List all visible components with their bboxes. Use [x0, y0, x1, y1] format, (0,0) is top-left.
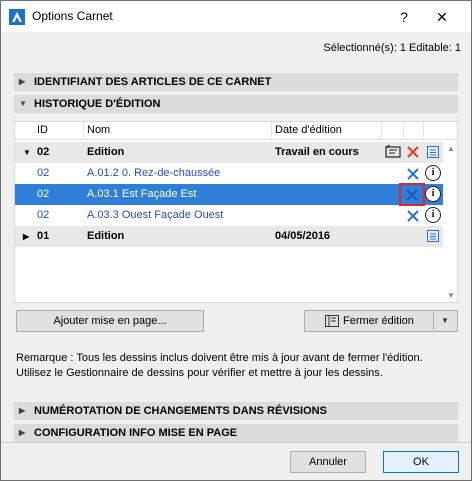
row-id: 02: [37, 146, 50, 158]
row-id: 02: [37, 188, 50, 200]
help-button[interactable]: ?: [389, 6, 419, 28]
selection-info: Sélectionné(s): 1 Editable: 1: [323, 42, 461, 54]
row-name: Edition: [87, 230, 125, 242]
section-configuration-label: CONFIGURATION INFO MISE EN PAGE: [34, 427, 238, 439]
table-scrollbar[interactable]: ▲ ▼: [445, 142, 457, 302]
table-row[interactable]: 02 A.03.3 Ouest Façade Ouest i: [15, 205, 443, 226]
table-row[interactable]: 02 A.01.2 0. Rez-de-chaussée i: [15, 163, 443, 184]
row-name: Edition: [87, 146, 125, 158]
table-row-group[interactable]: ▼ 02 Edition Travail en cours: [15, 142, 443, 163]
table-row-selected[interactable]: 02 A.03.1 Est Façade Est i: [15, 183, 443, 206]
expanded-triangle-icon[interactable]: ▼: [23, 148, 31, 157]
list-note-icon[interactable]: [427, 230, 439, 242]
header-divider: [271, 122, 272, 140]
dialog-footer: Annuler OK: [1, 442, 471, 480]
scroll-down-icon[interactable]: ▼: [447, 291, 455, 300]
header-divider: [403, 122, 404, 140]
section-configuration[interactable]: ▶ CONFIGURATION INFO MISE EN PAGE: [14, 424, 458, 442]
remark-line-2: Utilisez le Gestionnaire de dessins pour…: [16, 367, 383, 379]
remark-text: Remarque : Tous les dessins inclus doive…: [16, 351, 461, 381]
remove-blue-x-icon[interactable]: [405, 208, 421, 224]
header-divider: [423, 122, 424, 140]
row-name: A.03.3 Ouest Façade Ouest: [87, 209, 224, 221]
edition-history-table[interactable]: ID Nom Date d'édition ▼ 02 Edition Trava…: [14, 121, 458, 303]
archicad-app-icon: [9, 9, 25, 25]
book-icon: [325, 315, 339, 327]
drawing-update-icon[interactable]: [385, 145, 401, 159]
list-note-icon[interactable]: [427, 146, 439, 158]
title-bar[interactable]: Options Carnet ? ✕: [1, 1, 471, 32]
header-date[interactable]: Date d'édition: [275, 124, 342, 136]
header-divider: [381, 122, 382, 140]
window-title: Options Carnet: [32, 9, 113, 23]
collapsed-triangle-icon: ▶: [19, 428, 26, 437]
row-name: A.03.1 Est Façade Est: [87, 188, 197, 200]
row-name: A.01.2 0. Rez-de-chaussée: [87, 167, 221, 179]
remark-line-1: Remarque : Tous les dessins inclus doive…: [16, 352, 423, 364]
info-icon[interactable]: i: [425, 165, 441, 181]
close-edition-button[interactable]: Fermer édition ▼: [304, 310, 458, 332]
table-row-group[interactable]: ▶ 01 Edition 04/05/2016: [15, 226, 443, 247]
expanded-triangle-icon: ▼: [19, 99, 27, 108]
info-icon[interactable]: i: [425, 207, 441, 223]
collapsed-triangle-icon[interactable]: ▶: [23, 232, 29, 241]
row-date: 04/05/2016: [275, 230, 331, 242]
close-edition-label: Fermer édition: [343, 315, 414, 327]
chevron-down-icon[interactable]: ▼: [441, 311, 449, 331]
collapsed-triangle-icon: ▶: [19, 77, 26, 86]
row-id: 02: [37, 167, 50, 179]
row-id: 01: [37, 230, 50, 242]
row-date: Travail en cours: [275, 146, 359, 158]
remove-blue-x-icon[interactable]: [405, 166, 421, 182]
info-icon[interactable]: i: [425, 186, 441, 202]
delete-red-x-icon[interactable]: [405, 144, 421, 160]
section-numerotation-label: NUMÉROTATION DE CHANGEMENTS DANS RÉVISIO…: [34, 405, 327, 417]
cancel-button[interactable]: Annuler: [290, 451, 366, 473]
header-name[interactable]: Nom: [87, 124, 110, 136]
scroll-up-icon[interactable]: ▲: [447, 144, 455, 153]
collapsed-triangle-icon: ▶: [19, 406, 26, 415]
remove-blue-x-icon[interactable]: [404, 187, 420, 203]
header-id[interactable]: ID: [37, 124, 48, 136]
add-layout-button[interactable]: Ajouter mise en page...: [16, 310, 204, 332]
section-historique[interactable]: ▼ HISTORIQUE D'ÉDITION: [14, 95, 458, 113]
section-numerotation[interactable]: ▶ NUMÉROTATION DE CHANGEMENTS DANS RÉVIS…: [14, 402, 458, 420]
close-button[interactable]: ✕: [427, 6, 457, 28]
header-divider: [83, 122, 84, 140]
ok-button[interactable]: OK: [383, 451, 459, 473]
section-historique-label: HISTORIQUE D'ÉDITION: [34, 98, 161, 110]
row-id: 02: [37, 209, 50, 221]
table-header: ID Nom Date d'édition: [15, 122, 457, 140]
split-divider: [433, 312, 434, 330]
section-identifiant-label: IDENTIFIANT DES ARTICLES DE CE CARNET: [34, 76, 272, 88]
section-identifiant[interactable]: ▶ IDENTIFIANT DES ARTICLES DE CE CARNET: [14, 73, 458, 91]
options-carnet-dialog: Options Carnet ? ✕ Sélectionné(s): 1 Edi…: [0, 0, 472, 481]
